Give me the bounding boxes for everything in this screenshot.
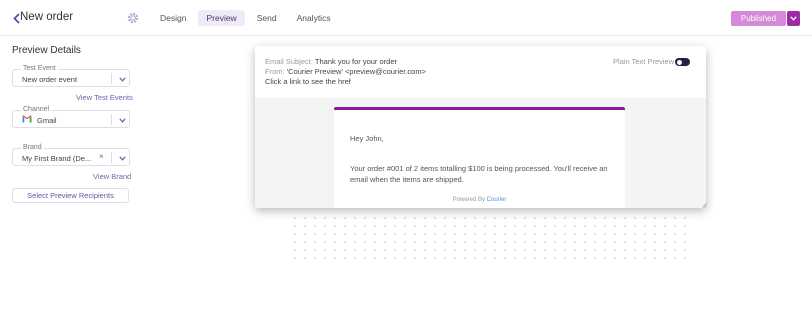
chevron-left-icon bbox=[12, 12, 20, 24]
email-preview-header: Email Subject: Thank you for your order … bbox=[255, 46, 706, 98]
email-from-label: From: bbox=[265, 67, 285, 76]
brand-label: Brand bbox=[21, 143, 44, 152]
powered-by-brand[interactable]: Courier bbox=[487, 197, 507, 203]
test-event-label: Test Event bbox=[21, 64, 58, 73]
email-message: Your order #001 of 2 items totalling $10… bbox=[350, 164, 608, 184]
editor-tabs: Design Preview Send Analytics bbox=[152, 10, 339, 26]
brand-accent-bar bbox=[334, 107, 625, 110]
channel-value: Gmail bbox=[37, 116, 57, 125]
plain-text-preview-label: Plain Text Preview bbox=[613, 57, 675, 66]
gear-icon[interactable] bbox=[127, 12, 139, 24]
email-subject-label: Email Subject: bbox=[265, 57, 313, 66]
test-event-dropdown[interactable] bbox=[117, 74, 127, 84]
publish-button[interactable]: Published bbox=[731, 11, 786, 26]
toggle-knob bbox=[677, 59, 682, 65]
resize-handle-icon[interactable] bbox=[702, 203, 707, 208]
email-preview-card: Email Subject: Thank you for your order … bbox=[255, 46, 706, 208]
brand-select[interactable]: Brand My First Brand (De... × bbox=[12, 143, 130, 166]
test-event-value: New order event bbox=[22, 75, 78, 84]
link-hint: Click a link to see the href bbox=[265, 77, 351, 86]
divider bbox=[111, 73, 112, 84]
powered-by-text: Powered By bbox=[452, 197, 485, 203]
clear-icon[interactable]: × bbox=[99, 152, 104, 162]
plain-text-preview-toggle[interactable] bbox=[675, 58, 690, 66]
template-title[interactable]: New order bbox=[20, 11, 73, 23]
publish-dropdown-button[interactable] bbox=[787, 11, 800, 26]
select-preview-recipients-button[interactable]: Select Preview Recipients bbox=[12, 188, 129, 203]
chevron-down-icon bbox=[118, 117, 126, 123]
channel-label: Channel bbox=[21, 105, 52, 114]
dot-grid-background bbox=[290, 214, 690, 262]
email-subject-value: Thank you for your order bbox=[314, 57, 398, 66]
chevron-down-icon bbox=[790, 16, 797, 21]
email-body: Hey John, Your order #001 of 2 items tot… bbox=[334, 107, 625, 208]
tab-preview[interactable]: Preview bbox=[198, 10, 245, 26]
brand-value: My First Brand (De... bbox=[22, 154, 92, 163]
email-greeting: Hey John, bbox=[350, 134, 384, 143]
channel-dropdown[interactable] bbox=[117, 115, 127, 125]
chevron-down-icon bbox=[118, 155, 126, 161]
email-from-line: From: 'Courier Preview' <preview@courier… bbox=[265, 67, 426, 76]
tab-send[interactable]: Send bbox=[249, 10, 285, 26]
channel-select[interactable]: Channel Gmail bbox=[12, 105, 130, 128]
view-brand-link[interactable]: View Brand bbox=[93, 172, 131, 181]
tab-analytics[interactable]: Analytics bbox=[289, 10, 339, 26]
gmail-icon bbox=[22, 115, 32, 123]
preview-details-heading: Preview Details bbox=[12, 45, 81, 56]
view-test-events-link[interactable]: View Test Events bbox=[76, 93, 133, 102]
brand-dropdown[interactable] bbox=[117, 153, 127, 163]
divider bbox=[111, 114, 112, 125]
test-event-select[interactable]: Test Event New order event bbox=[12, 64, 130, 87]
email-subject-line: Email Subject: Thank you for your order bbox=[265, 57, 397, 66]
email-from-value: 'Courier Preview' <preview@courier.com> bbox=[286, 67, 426, 76]
divider bbox=[111, 152, 112, 163]
tab-design[interactable]: Design bbox=[152, 10, 194, 26]
powered-by-footer: Powered By Courier bbox=[334, 197, 625, 203]
top-bar: New order Design Preview Send Analytics … bbox=[0, 0, 812, 36]
chevron-down-icon bbox=[118, 76, 126, 82]
